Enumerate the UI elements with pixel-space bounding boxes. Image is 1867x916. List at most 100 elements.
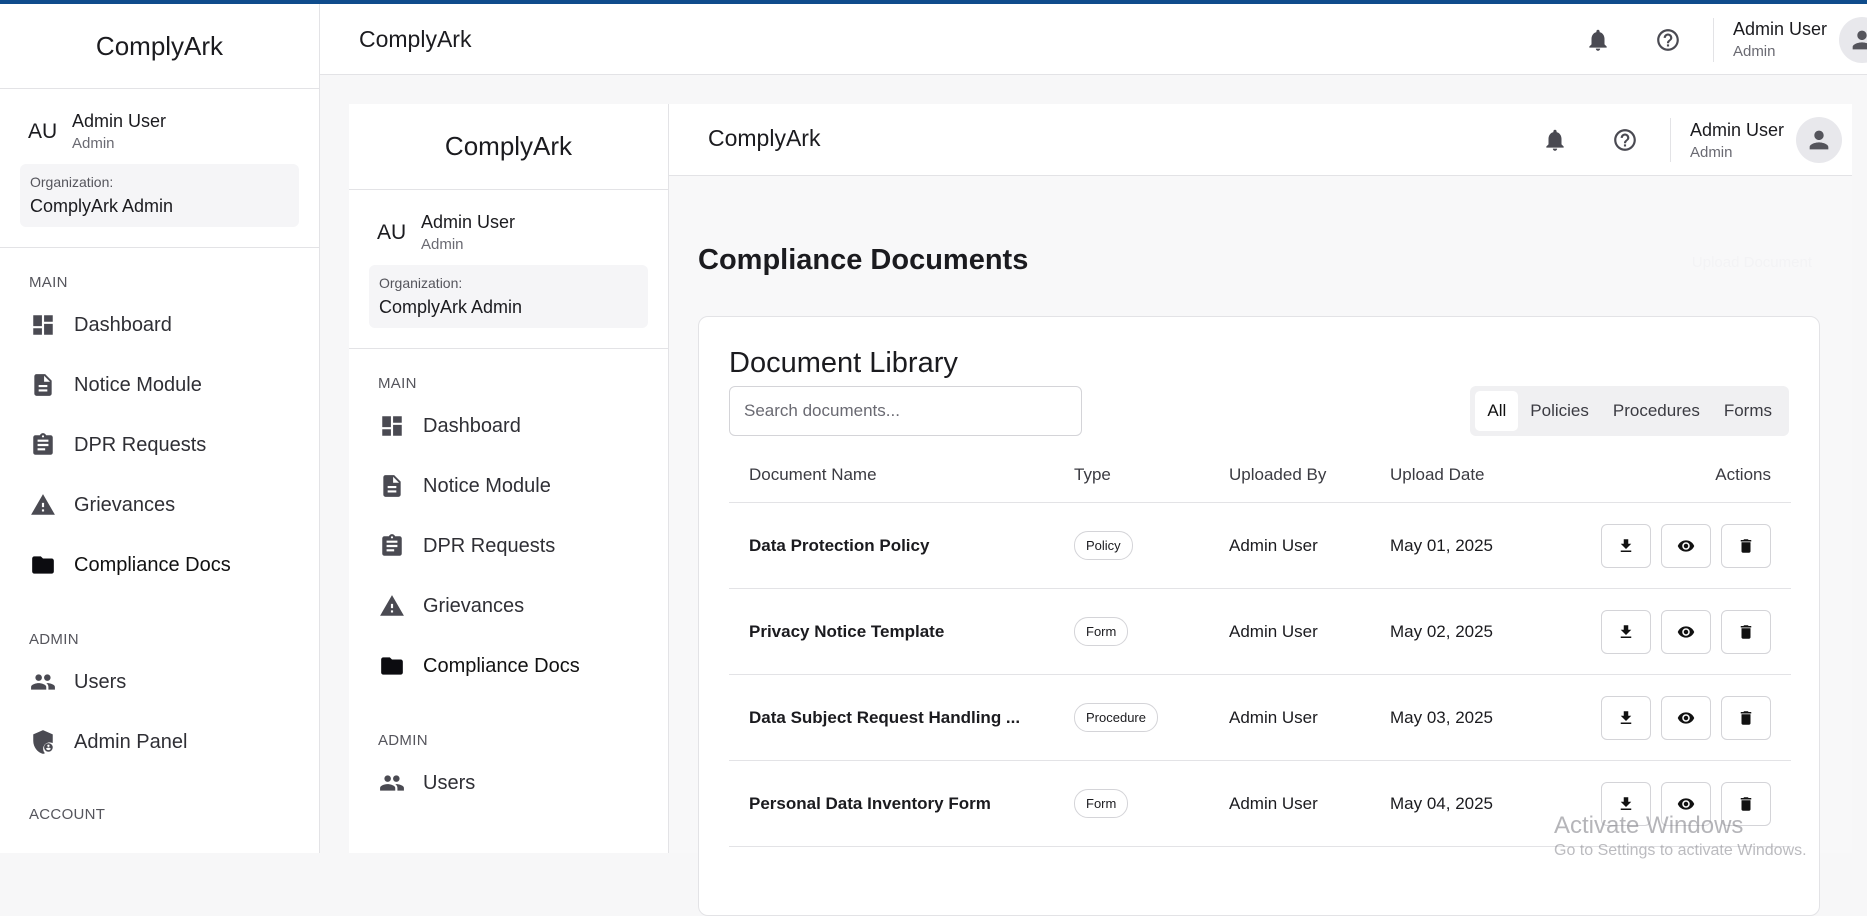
sidebar-item-label: DPR Requests bbox=[74, 433, 207, 456]
sidebar-item-notice-module[interactable]: Notice Module bbox=[349, 456, 668, 516]
trash-icon bbox=[1740, 710, 1752, 725]
delete-button[interactable] bbox=[1721, 609, 1771, 654]
sidebar-brand[interactable]: ComplyArk bbox=[0, 4, 319, 89]
section-admin: ADMIN bbox=[378, 732, 428, 749]
type-badge: Form bbox=[1074, 789, 1129, 818]
sidebar-item-dpr-requests[interactable]: DPR Requests bbox=[0, 415, 319, 475]
view-button[interactable] bbox=[1661, 695, 1711, 740]
header-user-name: Admin User bbox=[1689, 119, 1784, 140]
download-button[interactable] bbox=[1601, 609, 1651, 654]
sidebar-item-users[interactable]: Users bbox=[349, 753, 668, 813]
organization-label: Organization: bbox=[30, 174, 114, 190]
sidebar-item-compliance-docs[interactable]: Compliance Docs bbox=[0, 535, 319, 595]
help-button[interactable] bbox=[1643, 15, 1693, 65]
tab-forms[interactable]: Forms bbox=[1712, 391, 1784, 431]
organization-box: Organization: ComplyArk Admin bbox=[20, 164, 299, 227]
admin-shield-icon bbox=[29, 728, 57, 756]
sidebar-item-notice-module[interactable]: Notice Module bbox=[0, 355, 319, 415]
view-button[interactable] bbox=[1661, 609, 1711, 654]
sidebar-brand[interactable]: ComplyArk bbox=[349, 104, 668, 190]
sidebar-item-dashboard[interactable]: Dashboard bbox=[0, 295, 319, 355]
clipboard-icon bbox=[378, 532, 406, 560]
outer-sidebar: ComplyArk AU Admin User Admin Organizati… bbox=[0, 4, 320, 853]
uploaded-by: Admin User bbox=[1229, 707, 1318, 727]
header-divider bbox=[1712, 17, 1714, 62]
notifications-button[interactable] bbox=[1573, 15, 1623, 65]
sidebar-item-users[interactable]: Users bbox=[0, 652, 319, 712]
header-user-menu[interactable]: Admin User Admin bbox=[1690, 117, 1842, 163]
warning-icon bbox=[29, 491, 57, 519]
users-icon bbox=[29, 668, 57, 696]
search-input[interactable] bbox=[729, 386, 1082, 436]
sidebar-user-card: AU Admin User Admin Organization: Comply… bbox=[0, 89, 319, 248]
document-type-tabs: All Policies Procedures Forms bbox=[1470, 386, 1789, 436]
sidebar-item-compliance-docs[interactable]: Compliance Docs bbox=[349, 636, 668, 696]
sidebar-item-label: Compliance Docs bbox=[423, 654, 580, 677]
warning-icon bbox=[378, 592, 406, 620]
sidebar-item-label: Compliance Docs bbox=[74, 553, 231, 576]
document-name[interactable]: Privacy Notice Template bbox=[729, 622, 1074, 642]
column-header-date[interactable]: Upload Date bbox=[1390, 465, 1580, 485]
header-title: ComplyArk bbox=[708, 125, 821, 151]
download-button[interactable] bbox=[1601, 523, 1651, 568]
clipboard-icon bbox=[29, 431, 57, 459]
section-admin: ADMIN bbox=[29, 631, 79, 648]
type-badge: Policy bbox=[1074, 531, 1133, 560]
sidebar-item-admin-panel[interactable]: Admin Panel bbox=[0, 712, 319, 772]
organization-label: Organization: bbox=[379, 275, 463, 291]
dashboard-icon bbox=[378, 412, 406, 440]
sidebar-item-label: Notice Module bbox=[423, 474, 551, 497]
delete-button[interactable] bbox=[1721, 523, 1771, 568]
uploaded-by: Admin User bbox=[1229, 535, 1318, 555]
tab-policies[interactable]: Policies bbox=[1518, 391, 1601, 431]
download-icon bbox=[1620, 624, 1632, 638]
sidebar-user-role: Admin bbox=[421, 236, 464, 253]
help-icon bbox=[1614, 129, 1636, 151]
sidebar-item-grievances[interactable]: Grievances bbox=[349, 576, 668, 636]
organization-box: Organization: ComplyArk Admin bbox=[369, 265, 648, 328]
download-button[interactable] bbox=[1601, 695, 1651, 740]
sidebar-item-label: Users bbox=[423, 771, 476, 794]
eye-icon bbox=[1677, 797, 1695, 810]
avatar[interactable] bbox=[1796, 117, 1842, 163]
uploaded-by: Admin User bbox=[1229, 793, 1318, 813]
folder-icon bbox=[378, 652, 406, 680]
header-title: ComplyArk bbox=[359, 26, 472, 52]
column-header-name[interactable]: Document Name bbox=[729, 465, 1074, 485]
sidebar-item-label: Grievances bbox=[423, 594, 525, 617]
column-header-type[interactable]: Type bbox=[1074, 465, 1229, 485]
user-initials: AU bbox=[377, 220, 407, 244]
tab-all[interactable]: All bbox=[1475, 391, 1519, 431]
sidebar-user-card: AU Admin User Admin Organization: Comply… bbox=[349, 190, 668, 349]
sidebar-item-dashboard[interactable]: Dashboard bbox=[349, 396, 668, 456]
sidebar-item-label: DPR Requests bbox=[423, 534, 556, 557]
upload-document-button[interactable]: Upload Document bbox=[1692, 254, 1812, 271]
help-button[interactable] bbox=[1600, 115, 1650, 165]
trash-icon bbox=[1740, 796, 1752, 811]
download-icon bbox=[1620, 710, 1632, 724]
view-button[interactable] bbox=[1661, 523, 1711, 568]
folder-icon bbox=[29, 551, 57, 579]
table-header: Document Name Type Uploaded By Upload Da… bbox=[729, 448, 1791, 503]
document-name[interactable]: Personal Data Inventory Form bbox=[729, 794, 1074, 814]
sidebar-item-label: Dashboard bbox=[74, 313, 172, 336]
upload-date: May 02, 2025 bbox=[1390, 621, 1494, 641]
delete-button[interactable] bbox=[1721, 695, 1771, 740]
upload-date: May 03, 2025 bbox=[1390, 707, 1494, 727]
trash-icon bbox=[1740, 538, 1752, 553]
notifications-button[interactable] bbox=[1530, 115, 1580, 165]
sidebar-item-grievances[interactable]: Grievances bbox=[0, 475, 319, 535]
document-name[interactable]: Data Subject Request Handling ... bbox=[729, 708, 1074, 728]
type-badge: Procedure bbox=[1074, 703, 1158, 732]
header-user-menu[interactable]: Admin User Admin bbox=[1733, 16, 1867, 63]
page-title: Compliance Documents bbox=[698, 244, 1029, 276]
column-header-uploaded-by[interactable]: Uploaded By bbox=[1229, 465, 1390, 485]
tab-procedures[interactable]: Procedures bbox=[1601, 391, 1712, 431]
document-library-title: Document Library bbox=[729, 347, 958, 379]
document-name[interactable]: Data Protection Policy bbox=[729, 536, 1074, 556]
upload-date: May 01, 2025 bbox=[1390, 535, 1494, 555]
sidebar-item-dpr-requests[interactable]: DPR Requests bbox=[349, 516, 668, 576]
header-divider bbox=[1669, 118, 1671, 162]
avatar[interactable] bbox=[1839, 16, 1867, 63]
dashboard-icon bbox=[29, 311, 57, 339]
